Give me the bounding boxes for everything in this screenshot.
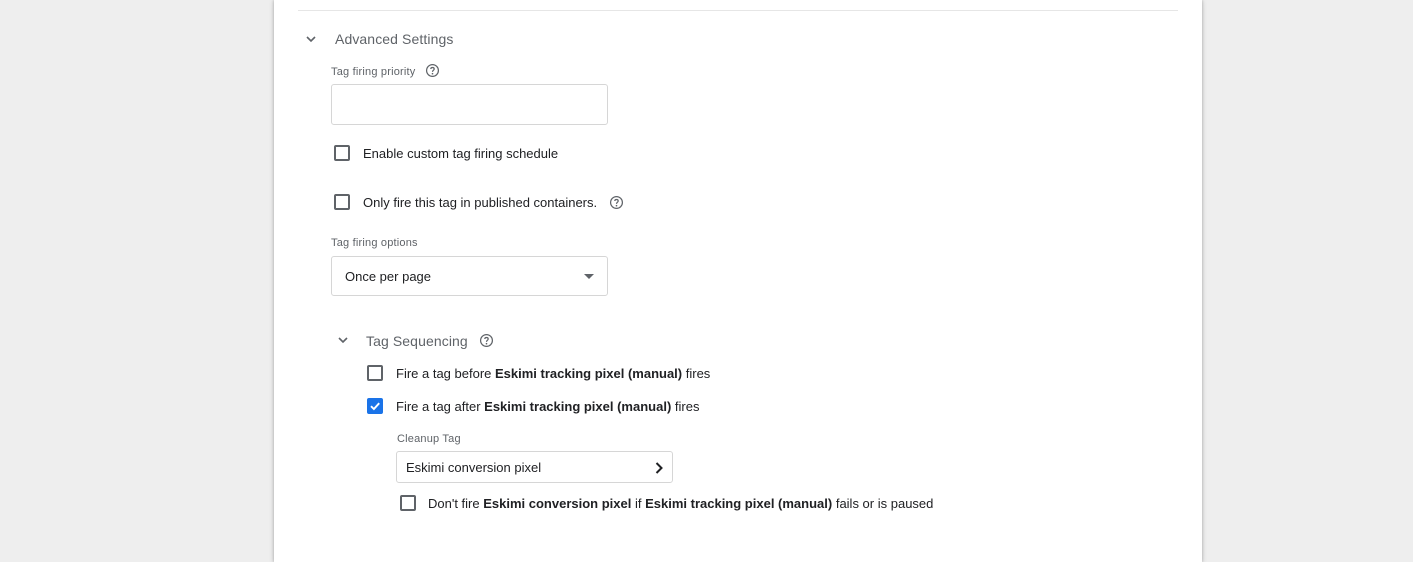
dont-fire-main-name: Eskimi tracking pixel (manual) <box>645 496 833 511</box>
fire-after-tag-name: Eskimi tracking pixel (manual) <box>484 399 672 414</box>
caret-down-icon <box>584 274 594 279</box>
fire-before-label: Fire a tag before Eskimi tracking pixel … <box>396 366 710 381</box>
help-icon[interactable] <box>609 195 624 210</box>
help-icon[interactable] <box>425 63 440 78</box>
cleanup-tag-value: Eskimi conversion pixel <box>406 460 542 475</box>
dont-fire-checkbox[interactable] <box>400 495 416 511</box>
tag-sequencing-title[interactable]: Tag Sequencing <box>366 333 468 349</box>
chevron-down-icon[interactable] <box>304 32 318 46</box>
fire-before-suffix: fires <box>682 366 711 381</box>
tag-firing-options-select[interactable]: Once per page <box>331 256 608 296</box>
advanced-settings-title[interactable]: Advanced Settings <box>335 31 453 47</box>
chevron-right-icon <box>655 462 663 474</box>
fire-before-checkbox[interactable] <box>367 365 383 381</box>
tag-firing-priority-label: Tag firing priority <box>331 63 440 78</box>
cleanup-tag-label: Cleanup Tag <box>397 433 461 445</box>
tag-config-panel: Advanced Settings Tag firing priority En… <box>274 0 1202 562</box>
check-icon <box>370 402 380 411</box>
dont-fire-suffix: fails or is paused <box>832 496 934 511</box>
chevron-down-icon[interactable] <box>336 333 350 347</box>
dont-fire-prefix: Don't fire <box>428 496 484 511</box>
top-divider <box>298 10 1178 11</box>
dont-fire-label: Don't fire Eskimi conversion pixel if Es… <box>428 496 933 511</box>
fire-after-prefix: Fire a tag after <box>396 399 485 414</box>
fire-after-suffix: fires <box>671 399 700 414</box>
fire-after-label: Fire a tag after Eskimi tracking pixel (… <box>396 399 699 414</box>
tag-firing-options-value: Once per page <box>345 269 432 284</box>
dont-fire-cleanup-name: Eskimi conversion pixel <box>483 496 632 511</box>
dont-fire-middle: if <box>631 496 646 511</box>
tag-sequencing-title-row: Tag Sequencing <box>366 333 494 349</box>
help-icon[interactable] <box>479 333 494 348</box>
published-only-label-text: Only fire this tag in published containe… <box>363 195 598 210</box>
tag-firing-priority-label-text: Tag firing priority <box>331 66 416 78</box>
custom-schedule-checkbox[interactable] <box>334 145 350 161</box>
tag-firing-priority-input[interactable] <box>331 84 608 125</box>
fire-before-prefix: Fire a tag before <box>396 366 495 381</box>
fire-after-checkbox[interactable] <box>367 398 383 414</box>
cleanup-tag-select[interactable]: Eskimi conversion pixel <box>396 451 673 483</box>
published-only-label: Only fire this tag in published containe… <box>363 195 624 210</box>
published-only-checkbox[interactable] <box>334 194 350 210</box>
fire-before-tag-name: Eskimi tracking pixel (manual) <box>495 366 683 381</box>
tag-firing-options-label: Tag firing options <box>331 237 418 249</box>
custom-schedule-label: Enable custom tag firing schedule <box>363 146 559 161</box>
